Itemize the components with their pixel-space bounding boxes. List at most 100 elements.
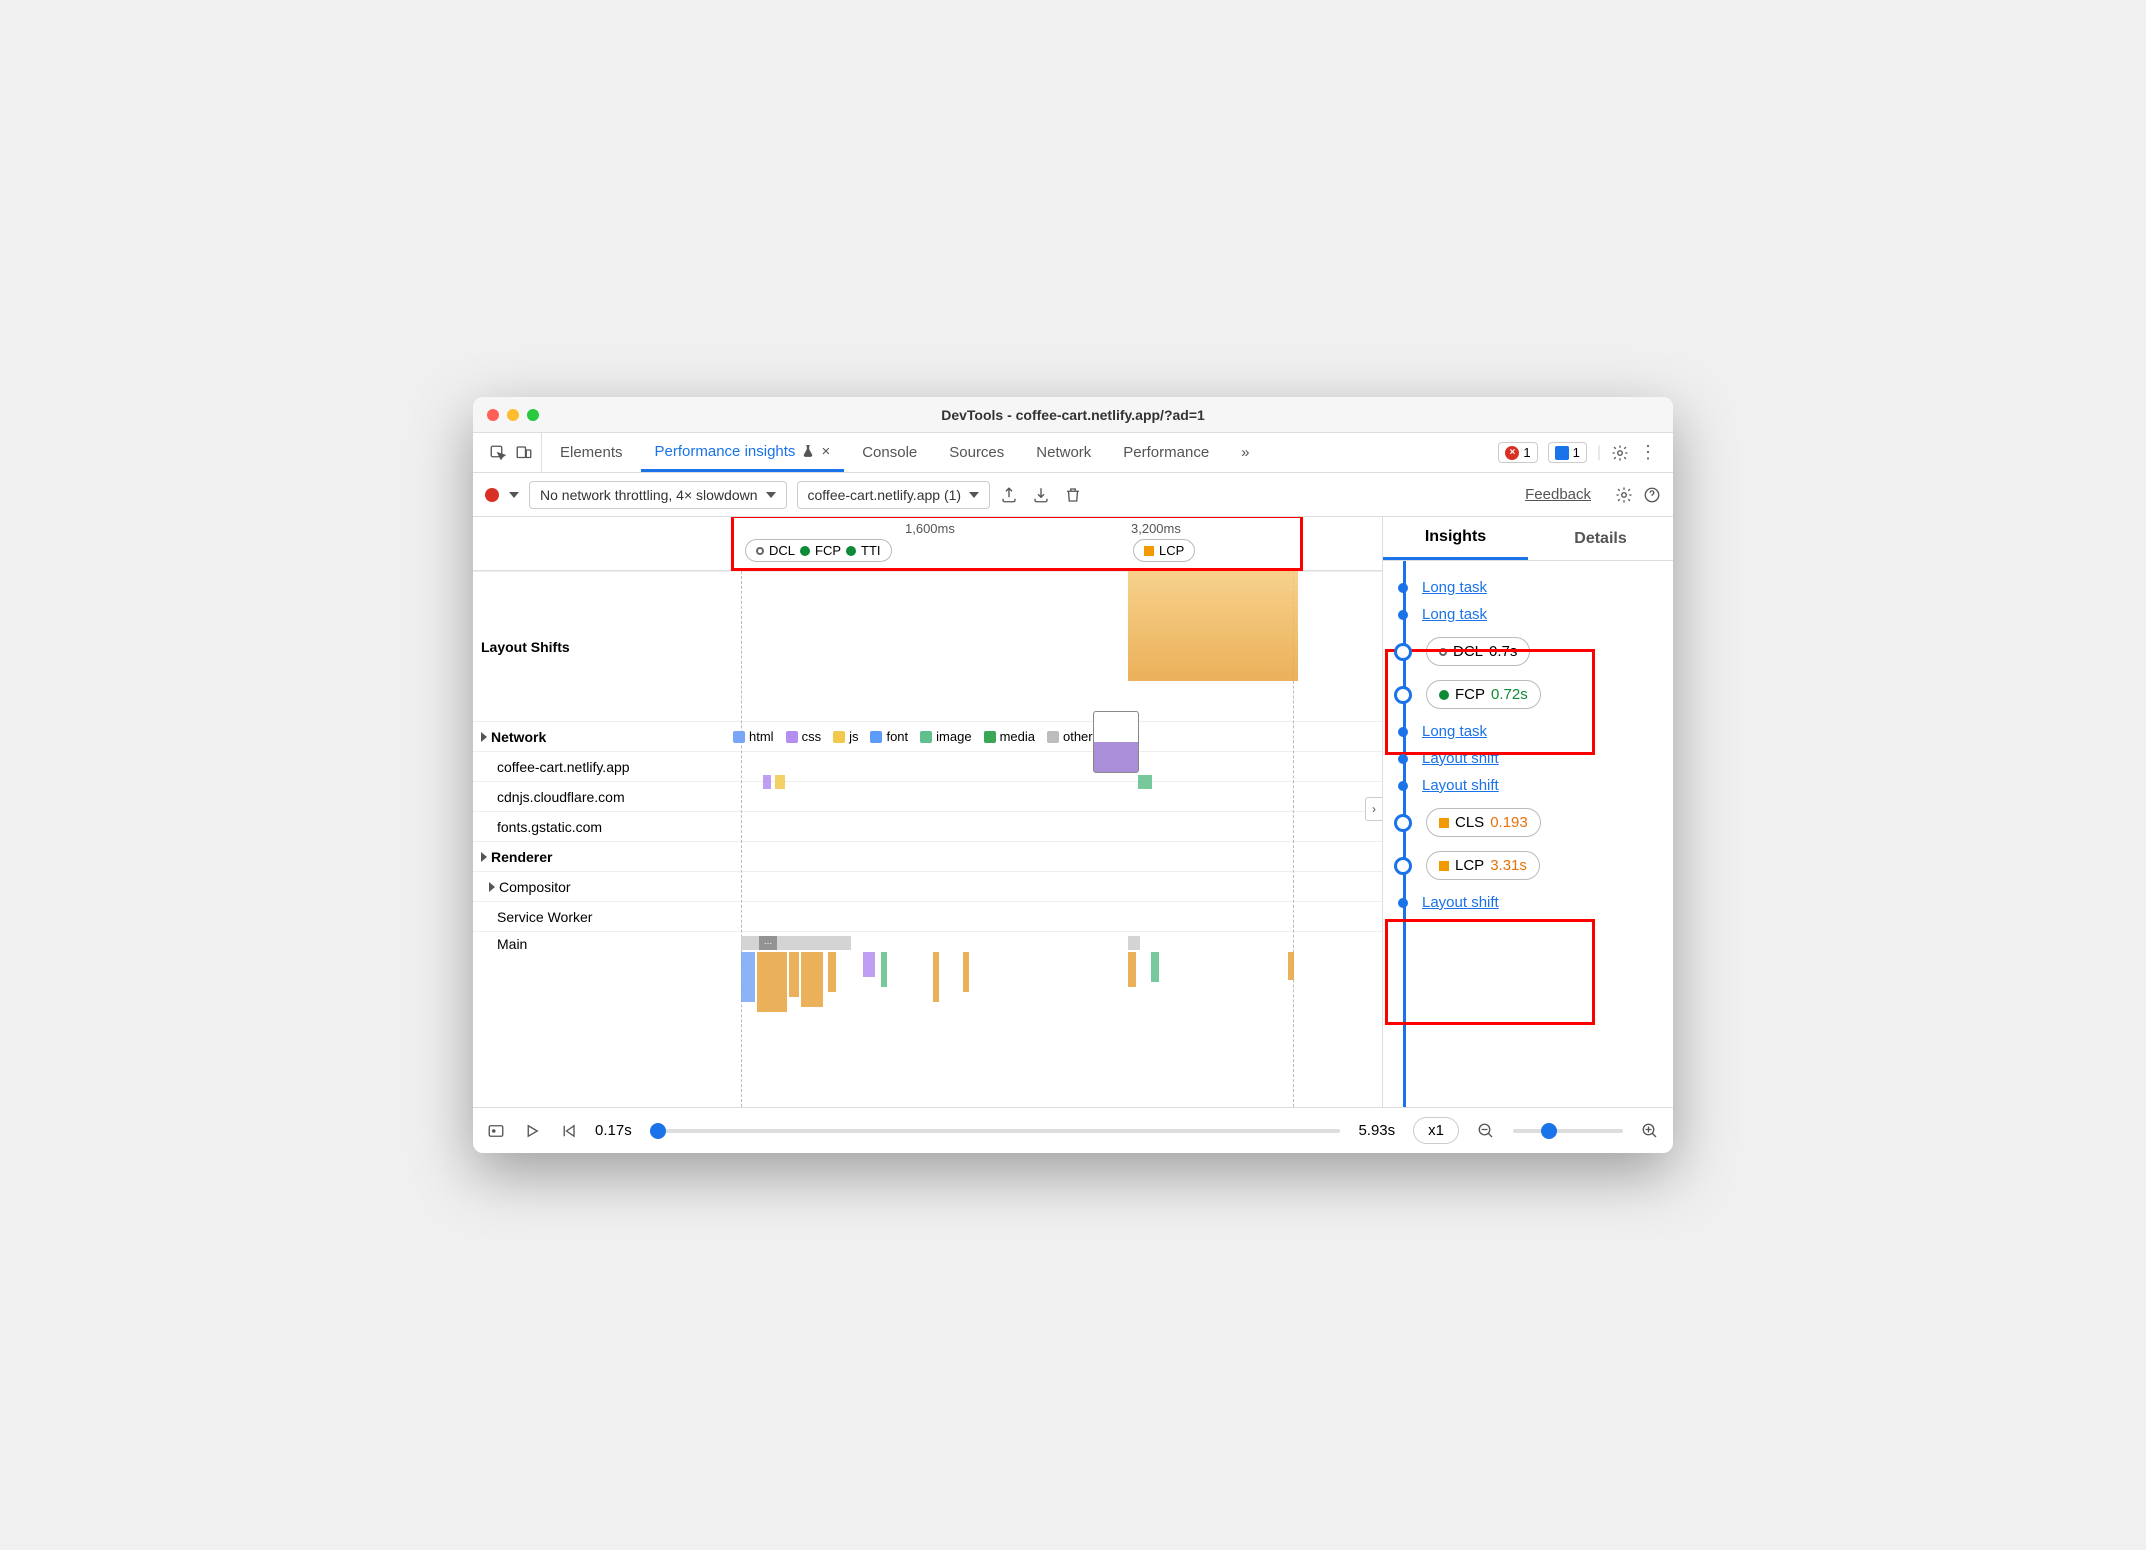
error-badge[interactable]: ×1 <box>1498 442 1537 463</box>
export-icon[interactable] <box>1000 486 1018 504</box>
timeline-circle <box>1394 643 1412 661</box>
tab-performance[interactable]: Performance <box>1109 433 1223 472</box>
metric-pill-lcp[interactable]: LCP <box>1133 539 1195 562</box>
tabbar: Elements Performance insights × Console … <box>473 433 1673 473</box>
more-icon[interactable]: ⋮ <box>1639 442 1657 463</box>
flask-icon <box>801 444 815 458</box>
close-icon[interactable] <box>487 409 499 421</box>
content: 1,600ms 3,200ms DCL FCP TTI LCP <box>473 517 1673 1107</box>
toolbar: No network throttling, 4× slowdown coffe… <box>473 473 1673 517</box>
timeline-circle <box>1394 857 1412 875</box>
devtools-window: DevTools - coffee-cart.netlify.app/?ad=1… <box>473 397 1673 1153</box>
legend-media: media <box>984 729 1035 744</box>
insight-link[interactable]: Long task <box>1422 723 1487 740</box>
insight-metric-pill[interactable]: DCL 0.7s <box>1426 637 1530 666</box>
network-host[interactable]: fonts.gstatic.com <box>473 819 733 835</box>
insight-metric-pill[interactable]: CLS 0.193 <box>1426 808 1541 837</box>
tab-network[interactable]: Network <box>1022 433 1105 472</box>
track-main[interactable]: Main <box>473 936 733 952</box>
network-legend: htmlcssjsfont image media other <box>733 723 1382 750</box>
track-service-worker[interactable]: Service Worker <box>473 909 733 925</box>
titlebar: DevTools - coffee-cart.netlify.app/?ad=1 <box>473 397 1673 433</box>
time-start: 0.17s <box>595 1122 632 1139</box>
tab-elements[interactable]: Elements <box>546 433 637 472</box>
close-tab-icon[interactable]: × <box>821 443 830 460</box>
rewind-icon[interactable] <box>559 1122 577 1140</box>
settings-icon[interactable] <box>1611 444 1629 462</box>
insights-timeline[interactable]: Long task Long task DCL 0.7s FCP 0.72s Long … <box>1383 561 1673 1107</box>
network-host[interactable]: cdnjs.cloudflare.com <box>473 789 733 805</box>
zoom-out-icon[interactable] <box>1477 1122 1495 1140</box>
tab-sources[interactable]: Sources <box>935 433 1018 472</box>
legend-html: html <box>733 729 774 744</box>
record-menu-icon[interactable] <box>509 492 519 498</box>
zoom-in-icon[interactable] <box>1641 1122 1659 1140</box>
track-area[interactable]: Layout Shifts Network htmlcssjsfont image… <box>473 571 1382 1107</box>
tab-label: Performance insights <box>655 443 796 460</box>
insight-link[interactable]: Long task <box>1422 579 1487 596</box>
track-layout-shifts[interactable]: Layout Shifts <box>473 639 733 655</box>
device-toggle-icon[interactable] <box>515 444 533 462</box>
tabs-overflow[interactable]: » <box>1227 433 1263 472</box>
timeline-dot <box>1398 898 1408 908</box>
timeline-circle <box>1394 686 1412 704</box>
timeline-panel: 1,600ms 3,200ms DCL FCP TTI LCP <box>473 517 1383 1107</box>
timeline-circle <box>1394 814 1412 832</box>
tab-insights[interactable]: Insights <box>1383 517 1528 560</box>
insight-link[interactable]: Layout shift <box>1422 750 1499 767</box>
track-renderer[interactable]: Renderer <box>473 849 733 865</box>
track-network[interactable]: Network <box>473 729 733 745</box>
preview-icon[interactable] <box>487 1122 505 1140</box>
import-icon[interactable] <box>1032 486 1050 504</box>
throttle-label: No network throttling, 4× slowdown <box>540 487 758 503</box>
insight-link[interactable]: Layout shift <box>1422 777 1499 794</box>
insight-link[interactable]: Layout shift <box>1422 894 1499 911</box>
tick-label-1: 1,600ms <box>905 521 955 536</box>
timeline-dot <box>1398 754 1408 764</box>
timeline-dot <box>1398 781 1408 791</box>
zoom-slider[interactable] <box>1513 1129 1623 1133</box>
legend-js: js <box>833 729 858 744</box>
insight-link[interactable]: Long task <box>1422 606 1487 623</box>
speed-select[interactable]: x1 <box>1413 1117 1459 1144</box>
main-flame[interactable]: ... <box>733 936 1382 1021</box>
time-slider[interactable] <box>650 1129 1341 1133</box>
tab-console[interactable]: Console <box>848 433 931 472</box>
delete-icon[interactable] <box>1064 486 1082 504</box>
message-count: 1 <box>1573 445 1580 460</box>
legend-css: css <box>786 729 822 744</box>
ruler: 1,600ms 3,200ms DCL FCP TTI LCP <box>473 517 1382 571</box>
expand-right-icon[interactable]: › <box>1365 797 1383 821</box>
tick-label-2: 3,200ms <box>1131 521 1181 536</box>
tab-performance-insights[interactable]: Performance insights × <box>641 433 845 472</box>
record-button[interactable] <box>485 488 499 502</box>
play-icon[interactable] <box>523 1122 541 1140</box>
error-count: 1 <box>1523 445 1530 460</box>
track-compositor[interactable]: Compositor <box>473 879 733 895</box>
message-badge[interactable]: 1 <box>1548 442 1587 463</box>
legend-image: image <box>920 729 971 744</box>
insight-metric-pill[interactable]: FCP 0.72s <box>1426 680 1541 709</box>
bottombar: 0.17s 5.93s x1 <box>473 1107 1673 1153</box>
highlight-box-cls-lcp <box>1385 919 1595 1025</box>
inspect-icon[interactable] <box>489 444 507 462</box>
insights-panel: Insights Details Long task Long task DCL 0… <box>1383 517 1673 1107</box>
zoom-icon[interactable] <box>527 409 539 421</box>
panel-settings-icon[interactable] <box>1615 486 1633 504</box>
timeline-dot <box>1398 583 1408 593</box>
window-title: DevTools - coffee-cart.netlify.app/?ad=1 <box>941 407 1205 423</box>
metric-pill-dcl-fcp-tti[interactable]: DCL FCP TTI <box>745 539 892 562</box>
legend-font: font <box>870 729 908 744</box>
traffic-lights <box>487 409 539 421</box>
feedback-link[interactable]: Feedback <box>1525 486 1591 503</box>
help-icon[interactable] <box>1643 486 1661 504</box>
insight-metric-pill[interactable]: LCP 3.31s <box>1426 851 1540 880</box>
session-label: coffee-cart.netlify.app (1) <box>808 487 962 503</box>
session-select[interactable]: coffee-cart.netlify.app (1) <box>797 481 991 509</box>
network-host[interactable]: coffee-cart.netlify.app <box>473 759 733 775</box>
tab-details[interactable]: Details <box>1528 517 1673 560</box>
throttle-select[interactable]: No network throttling, 4× slowdown <box>529 481 787 509</box>
legend-other: other <box>1047 729 1093 744</box>
time-end: 5.93s <box>1358 1122 1395 1139</box>
minimize-icon[interactable] <box>507 409 519 421</box>
